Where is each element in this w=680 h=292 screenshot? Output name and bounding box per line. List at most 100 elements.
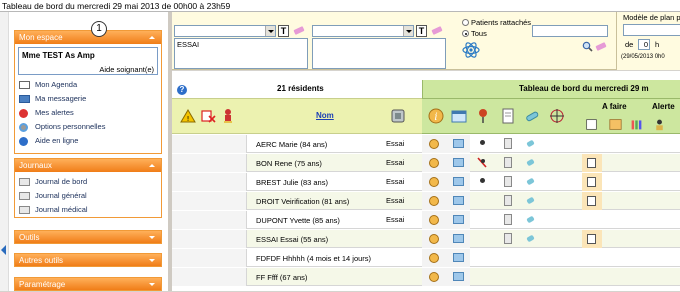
task-checkbox-icon[interactable] [587,158,596,168]
table-row[interactable]: AERC Marie (84 ans) Essai [172,135,680,153]
info-icon[interactable] [429,234,439,244]
chevron-down-icon[interactable] [149,236,155,239]
chevron-up-icon[interactable] [149,36,155,39]
table-row[interactable]: BON Rene (75 ans) Essai [172,154,680,172]
window-icon[interactable] [453,215,464,224]
task-checkbox-icon[interactable] [587,196,596,206]
person-warning-icon[interactable] [220,108,236,124]
document-icon[interactable] [504,157,512,168]
chevron-down-icon[interactable] [403,26,413,36]
table-row[interactable]: DUPONT Yvette (85 ans) Essai [172,211,680,229]
pin-icon[interactable] [480,140,485,145]
text-filter-button-1[interactable]: T [278,25,289,37]
medication-icon[interactable] [526,139,535,148]
establishment-icon[interactable] [390,108,406,124]
warning-icon[interactable]: ! [180,108,196,124]
resident-name[interactable]: FDFDF Hhhhh (4 mois et 14 jours) [256,249,376,267]
table-row[interactable]: BREST Julie (83 ans) Essai [172,173,680,191]
chevron-down-icon[interactable] [149,259,155,262]
journaux-header[interactable]: Journaux [15,159,161,172]
table-row[interactable]: FDFDF Hhhhh (4 mois et 14 jours) [172,249,680,267]
resident-name[interactable]: ESSAI Essai (55 ans) [256,230,376,248]
info-icon[interactable] [429,215,439,225]
info-icon[interactable] [429,196,439,206]
info-icon[interactable]: i [428,108,444,124]
free-text-field-2[interactable] [312,38,446,69]
resident-name[interactable]: BON Rene (75 ans) [256,154,376,172]
info-icon[interactable] [429,139,439,149]
resident-name[interactable]: AERC Marie (84 ans) [256,135,376,153]
radio-patients-rattaches[interactable]: Patients rattachés [462,18,531,27]
hour-input[interactable]: 0 [638,39,650,50]
document-icon[interactable] [504,176,512,187]
sidebar-item-journal-medical[interactable]: Journal médical [15,203,161,217]
sidebar-item-aide[interactable]: Aide en ligne [15,134,161,148]
chevron-down-icon[interactable] [149,283,155,286]
document-icon[interactable] [504,214,512,225]
window-icon[interactable] [453,253,464,262]
mon-espace-header[interactable]: Mon espace [15,31,161,44]
chevron-down-icon[interactable] [265,26,275,36]
window-icon[interactable] [453,234,464,243]
calendar-task-icon[interactable] [609,118,622,131]
table-row[interactable]: FF Ffff (67 ans) [172,268,680,286]
resident-name[interactable]: DROIT Veirification (81 ans) [256,192,376,210]
window-icon[interactable] [453,158,464,167]
model-input[interactable] [623,24,680,36]
collapse-strip[interactable] [0,12,9,291]
pin-icon[interactable] [480,178,485,183]
pin-crossed-icon[interactable] [477,157,487,168]
document-icon[interactable] [504,233,512,244]
document-icon[interactable] [504,195,512,206]
outils-header[interactable]: Outils [14,230,162,244]
window-icon[interactable] [451,108,467,124]
medication-icon[interactable] [526,196,535,205]
collapse-arrow-icon[interactable] [1,245,6,255]
info-icon[interactable] [429,158,439,168]
task-icon[interactable] [585,118,598,131]
bed-exclusion-icon[interactable] [200,108,216,124]
radio-selected-icon[interactable] [462,30,469,37]
medication-icon[interactable] [524,108,540,124]
free-text-field[interactable]: ESSAI [174,38,308,69]
eraser-icon[interactable] [595,42,607,51]
parametrage-header[interactable]: Paramétrage [14,277,162,291]
table-row[interactable]: ESSAI Essai (55 ans) [172,230,680,248]
resident-name[interactable]: BREST Julie (83 ans) [256,173,376,191]
help-icon[interactable]: ? [177,85,187,95]
sidebar-item-options[interactable]: Options personnelles [15,120,161,134]
radio-icon[interactable] [462,19,469,26]
window-icon[interactable] [453,177,464,186]
sidebar-item-journal-general[interactable]: Journal général [15,189,161,203]
atom-icon[interactable] [461,40,481,60]
document-icon[interactable] [500,108,516,124]
eraser-icon[interactable] [293,26,305,35]
info-icon[interactable] [429,177,439,187]
compass-icon[interactable] [549,108,565,124]
nurse-icon[interactable] [653,118,666,131]
radio-tous[interactable]: Tous [462,29,487,38]
medication-icon[interactable] [526,234,535,243]
sidebar-item-agenda[interactable]: Mon Agenda [15,78,161,92]
window-icon[interactable] [453,272,464,281]
medication-icon[interactable] [526,158,535,167]
window-icon[interactable] [453,139,464,148]
document-icon[interactable] [504,138,512,149]
resident-name[interactable]: FF Ffff (67 ans) [256,268,376,286]
sort-by-name-link[interactable]: Nom [316,111,334,120]
medication-icon[interactable] [526,215,535,224]
sidebar-item-alertes[interactable]: Mes alertes [15,106,161,120]
text-filter-button-2[interactable]: T [416,25,427,37]
resident-name[interactable]: DUPONT Yvette (85 ans) [256,211,376,229]
info-icon[interactable] [429,272,439,282]
task-checkbox-icon[interactable] [587,177,596,187]
filter-select-2[interactable] [312,25,414,37]
chevron-up-icon[interactable] [149,164,155,167]
info-icon[interactable] [429,253,439,263]
window-icon[interactable] [453,196,464,205]
filter-select-1[interactable] [174,25,276,37]
patient-search-input[interactable] [532,25,608,37]
lab-tubes-icon[interactable] [630,118,643,131]
eraser-icon[interactable] [431,26,443,35]
table-row[interactable]: DROIT Veirification (81 ans) Essai [172,192,680,210]
